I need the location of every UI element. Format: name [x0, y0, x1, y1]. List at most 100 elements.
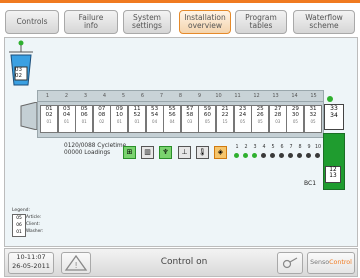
tab-waterflow-scheme[interactable]: Waterflow scheme [293, 10, 355, 34]
tab-label: Failure info [78, 13, 104, 30]
compartment-cell[interactable]: 09 10 01 [110, 105, 129, 133]
signal-label: 2 [244, 145, 248, 150]
compartment-number: 13 [272, 93, 279, 99]
time-text: 10-11:07 [16, 253, 46, 261]
tab-program-tables[interactable]: Program tables [235, 10, 287, 34]
cell-value-bot: 05 [204, 118, 210, 124]
compartment-cell[interactable]: 53 54 04 [145, 105, 164, 133]
compartment-cell[interactable]: 55 56 04 [163, 105, 182, 133]
temperature-icon[interactable]: 🌡︎ [196, 146, 209, 159]
cell-value-bot: 02 [99, 118, 105, 124]
legend-title: Legend: [12, 208, 31, 213]
cycletime-text: 0120/0088 Cycletime [64, 143, 127, 149]
signal-dot [279, 153, 284, 158]
feed-chute-icon [20, 102, 38, 130]
cell-value-bot: 05 [292, 118, 298, 124]
dryer-cell[interactable]: 33 34 [324, 104, 344, 130]
signal-label: 1 [235, 145, 239, 150]
tab-failure-info[interactable]: Failure info [64, 10, 118, 34]
warning-triangle-icon: ! [64, 254, 88, 271]
signal-dot [270, 153, 275, 158]
tunnel-label: BC1 [304, 180, 317, 187]
compartment-cell[interactable]: 31 32 05 [304, 105, 322, 133]
compartment-cell[interactable]: 27 28 03 [268, 105, 287, 133]
buffer-value-bottom: 13 [329, 173, 337, 179]
signal-dot [261, 153, 266, 158]
tab-controls[interactable]: Controls [5, 10, 59, 34]
svg-text:!: ! [75, 261, 78, 270]
cell-value-bot: 01 [116, 118, 122, 124]
main-tab-bar: Controls Failure info System settings In… [5, 10, 355, 34]
tunnel-compartments: 01 02 01 03 04 01 05 06 01 07 08 02 09 10 01 11 52 01 53 54… [37, 101, 324, 138]
cell-value-bot: 01 [64, 118, 70, 124]
bucket-value-bottom: 02 [15, 73, 22, 79]
legend-washer-value: 01 [16, 230, 22, 235]
tab-label: System settings [132, 13, 162, 30]
compartment-cell[interactable]: 03 04 01 [57, 105, 76, 133]
compartment-cell[interactable]: 07 08 02 [92, 105, 111, 133]
valve-icon[interactable]: ⊞ [123, 146, 136, 159]
legend-sample-box: 05 06 01 [12, 214, 26, 237]
signal-label: 5 [271, 145, 275, 150]
buffer-cell[interactable]: 12 13 [325, 166, 341, 183]
tab-system-settings[interactable]: System settings [123, 10, 171, 34]
signal-label: 10 [314, 145, 322, 150]
signal-dot [288, 153, 293, 158]
signal-label: 3 [253, 145, 257, 150]
brand-logo: SensoControl [307, 252, 355, 274]
loadings-text: 00000 Loadings [64, 150, 111, 156]
compartment-cell[interactable]: 21 22 15 [216, 105, 234, 133]
cell-value-bot: 03 [187, 118, 193, 124]
tab-installation-overview[interactable]: Installation overview [179, 10, 231, 34]
signal-label: 6 [280, 145, 284, 150]
installation-overview-panel [4, 37, 358, 247]
compartment-cell[interactable]: 23 24 05 [233, 105, 252, 133]
signal-label: 8 [298, 145, 302, 150]
signal-dot [306, 153, 311, 158]
cell-value-bot: 15 [222, 118, 228, 124]
compartment-cell[interactable]: 01 02 01 [40, 105, 58, 133]
loading-bucket-icon[interactable] [9, 40, 37, 98]
compartment-number: 3 [83, 93, 88, 99]
compartment-cell[interactable]: 11 52 01 [128, 105, 146, 133]
cell-value-bot: 05 [257, 118, 263, 124]
compartment-number: 8 [178, 93, 183, 99]
status-footer: 10-11:07 26-05-2011 ! Control on SensoCo… [4, 248, 358, 277]
compartment-number: 7 [159, 93, 164, 99]
cell-value-bot: 05 [240, 118, 246, 124]
control-status: Control on [160, 257, 208, 267]
signal-dot [252, 153, 257, 158]
brand-text: Senso [310, 259, 330, 266]
cell-value-bot: 03 [275, 118, 281, 124]
dosing-icon[interactable]: ♆ [159, 146, 172, 159]
dryer-indicator-dot [327, 96, 333, 102]
steam-icon[interactable]: ◈ [214, 146, 227, 159]
signal-dot [234, 153, 239, 158]
dryer-value-bottom: 34 [330, 112, 338, 119]
key-login-button[interactable] [277, 252, 303, 274]
alarm-button[interactable]: ! [61, 252, 91, 274]
compartment-number: 10 [215, 93, 222, 99]
compartment-number: 14 [291, 93, 298, 99]
signal-label: 7 [289, 145, 293, 150]
compartment-cell[interactable]: 29 30 05 [286, 105, 305, 133]
compartment-cell[interactable]: 59 60 05 [198, 105, 217, 133]
tab-label: Program tables [245, 13, 277, 30]
compartment-cell[interactable]: 57 58 03 [180, 105, 199, 133]
date-text: 26-05-2011 [12, 262, 50, 270]
tank-icon[interactable]: ▥ [141, 146, 154, 159]
compartment-cell[interactable]: 05 06 01 [75, 105, 94, 133]
dryer-value-top: 33 [330, 105, 338, 112]
compartment-number: 15 [310, 93, 317, 99]
cell-value-bot: 01 [134, 118, 140, 124]
compartment-number: 6 [140, 93, 145, 99]
signal-dot [297, 153, 302, 158]
press-icon[interactable]: ⊥ [178, 146, 191, 159]
legend-article-label: Article: [26, 215, 42, 220]
application-window: Controls Failure info System settings In… [0, 0, 360, 278]
brand-accent-bar [0, 0, 360, 3]
legend-washer-label: Washer: [26, 229, 44, 234]
compartment-cell[interactable]: 25 26 05 [251, 105, 270, 133]
signal-dot [315, 153, 320, 158]
compartment-number: 2 [64, 93, 69, 99]
